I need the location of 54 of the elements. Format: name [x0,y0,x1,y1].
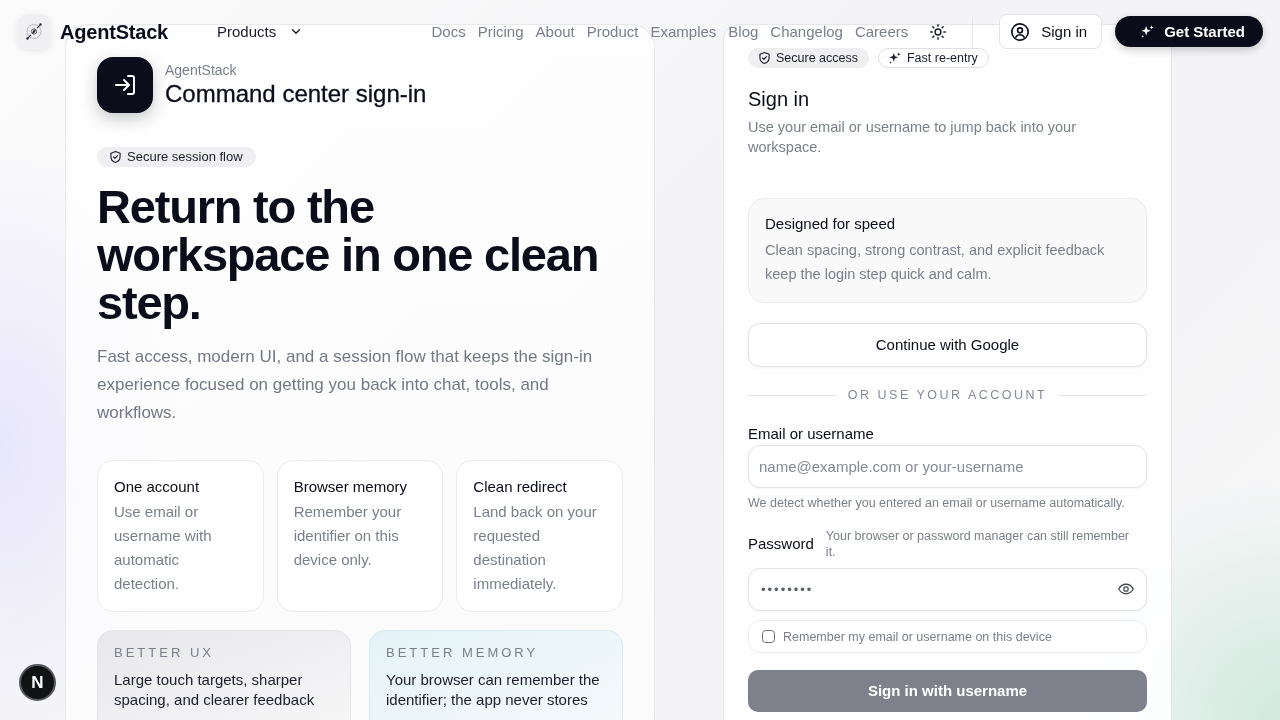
user-circle-icon [1011,22,1030,41]
highlight-text: Your browser can remember the identifier; the app never stores [386,670,601,710]
chip-text: Secure session flow [127,149,243,165]
nav-link[interactable]: Product [586,21,639,42]
chip-text: Secure access [776,50,858,66]
field-hint: Your browser or password manager can still remember it. [825,528,1130,560]
feature-text: Land back on your requested destination immediately. [473,502,598,594]
nav-link[interactable]: Changelog [770,21,843,42]
sun-icon[interactable] [930,23,947,40]
nav-link[interactable]: Docs [431,21,466,42]
remember-checkbox[interactable] [762,630,775,643]
brand-label: AgentStack [165,61,238,79]
headline: Return to the workspace in one clean step. [97,183,600,327]
shield-check-icon [110,151,121,163]
get-started-button[interactable]: Get Started [1115,16,1263,47]
orbit-icon[interactable] [17,14,51,49]
shield-check-icon [759,52,770,64]
info-text: Clean spacing, strong contrast, and explicit feedback keep the login step quick and calm. [765,241,1106,284]
sign-in-icon [97,57,153,113]
checkbox-label[interactable]: Remember my email or username on this device [783,628,1052,645]
panel-title: Sign in [748,87,811,112]
eye-icon[interactable] [1118,583,1134,595]
dev-badge-button[interactable]: N [19,664,56,701]
products-menu[interactable]: Products [217,21,301,42]
google-sign-in-button[interactable]: Continue with Google [748,323,1147,367]
sign-in-button[interactable]: Sign in [999,14,1103,49]
nav-link[interactable]: About [535,21,575,42]
sparkles-icon [889,52,901,64]
field-help: We detect whether you entered an email or username automatically. [748,495,1126,511]
feature-title: Clean redirect [473,477,568,497]
highlight-label: BETTER UX [114,644,215,662]
nav-link[interactable]: Careers [854,21,909,42]
highlight-text: Large touch targets, sharper spacing, and clearer feedback [114,670,316,710]
nav-link[interactable]: Examples [650,21,717,42]
feature-text: Remember your identifier on this device only. [293,502,403,570]
nav-link[interactable]: Pricing [477,21,524,42]
password-field[interactable]: •••••••• [748,568,1147,611]
brand-name[interactable]: AgentStack [60,19,169,44]
intro-paragraph: Fast access, modern UI, and a session flow that keeps the sign-in experience focused on getting you back into chat, tools, and workflows. [97,346,594,424]
info-title: Designed for speed [765,214,897,234]
divider-label: OR USE YOUR ACCOUNT [847,387,1048,403]
chevron-down-icon [292,29,301,34]
feature-title: Browser memory [293,477,408,497]
email-field[interactable]: name@example.com or your-username [748,445,1147,488]
field-label: Password [748,534,814,554]
sparkles-icon [1141,25,1155,38]
chip-text: Fast re-entry [907,50,978,66]
field-label: Email or username [748,424,875,444]
feature-title: One account [114,477,201,497]
panel-subtitle: Use your email or username to jump back into your workspace. [748,118,1077,157]
page-title: Command center sign-in [165,79,427,109]
highlight-label: BETTER MEMORY [386,644,540,662]
feature-text: Use email or username with automatic detection. [114,502,213,594]
nav-link[interactable]: Blog [728,21,759,42]
